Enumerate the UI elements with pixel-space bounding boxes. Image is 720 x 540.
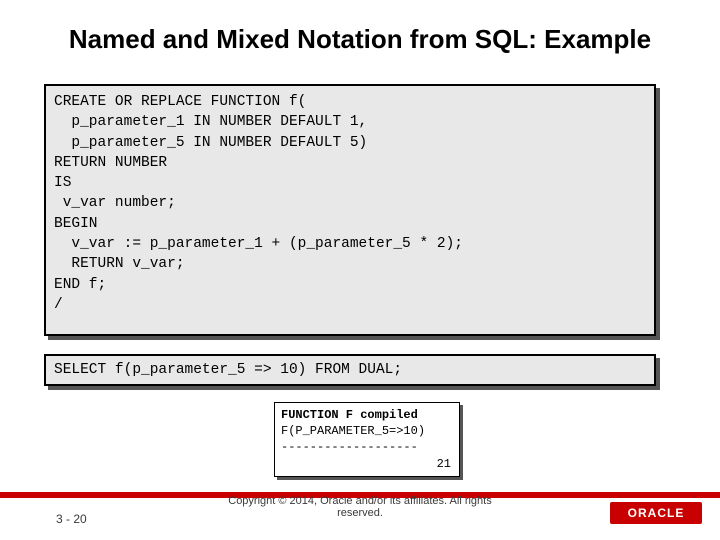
output-line-3: ------------------- bbox=[281, 439, 453, 455]
oracle-logo: ORACLE bbox=[610, 502, 702, 524]
output-line-4: 21 bbox=[281, 456, 453, 472]
output-line-1: FUNCTION F compiled bbox=[281, 407, 453, 423]
output-line-2: F(P_PARAMETER_5=>10) bbox=[281, 423, 453, 439]
code-block-function: CREATE OR REPLACE FUNCTION f( p_paramete… bbox=[44, 84, 656, 336]
code-block-select: SELECT f(p_parameter_5 => 10) FROM DUAL; bbox=[44, 354, 656, 386]
slide-title: Named and Mixed Notation from SQL: Examp… bbox=[0, 24, 720, 55]
copyright-line-1: Copyright © 2014, Oracle and/or its affi… bbox=[228, 495, 491, 507]
output-box: FUNCTION F compiled F(P_PARAMETER_5=>10)… bbox=[274, 402, 460, 477]
slide: Named and Mixed Notation from SQL: Examp… bbox=[0, 0, 720, 540]
